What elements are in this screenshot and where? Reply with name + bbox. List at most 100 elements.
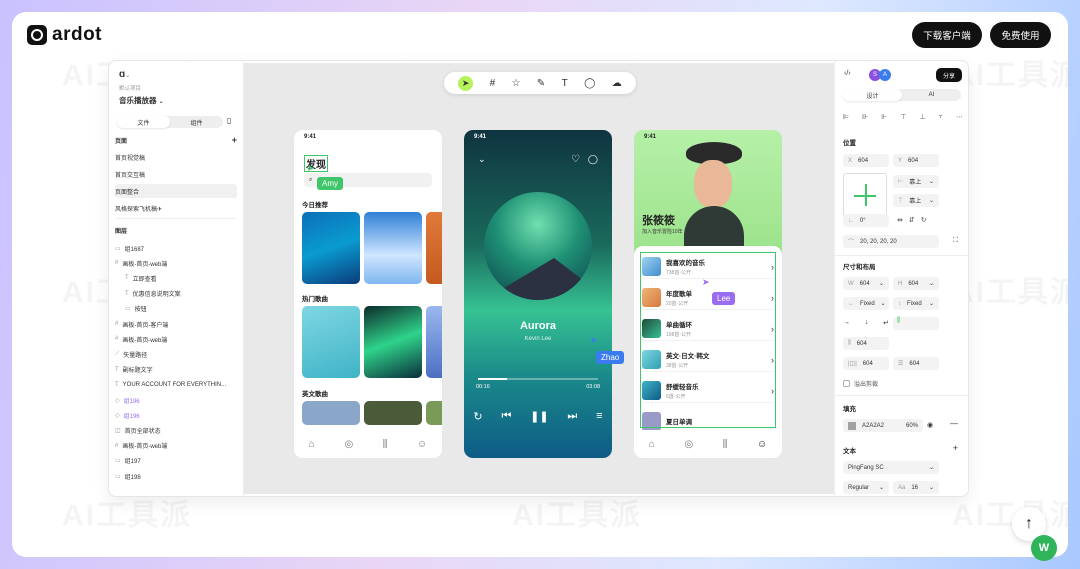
cover-sea[interactable] xyxy=(302,306,360,378)
layer-item[interactable]: # 画板-首页-web端 xyxy=(115,256,237,270)
shape-tool-icon[interactable]: ☆ xyxy=(512,78,521,89)
frame-tool-icon[interactable]: # xyxy=(490,78,496,89)
tab-ai[interactable]: AI xyxy=(902,89,961,101)
alignment-grid[interactable]: ⫼ xyxy=(893,317,939,330)
layer-item[interactable]: # 画板-首页-客户端 xyxy=(115,317,237,331)
font-size-select[interactable]: Aa 16 ⌄ xyxy=(893,481,939,494)
height-mode-select[interactable]: ↕ Fixed ⌄ xyxy=(893,297,939,310)
align-right-icon[interactable]: ⊩ xyxy=(881,113,887,121)
page-item[interactable]: 首页视觉稿 xyxy=(115,150,237,164)
cover-english-3[interactable] xyxy=(426,401,442,425)
page-item[interactable]: 首页交互稿 xyxy=(115,167,237,181)
radius-field[interactable]: ⌒ 20, 20, 20, 20 xyxy=(843,235,939,248)
free-use-button[interactable]: 免费使用 xyxy=(990,22,1051,48)
layer-item[interactable]: ▭ 组197 xyxy=(115,454,237,468)
cover-clouds[interactable] xyxy=(364,212,422,284)
layer-item[interactable]: T 优惠信息说明文案 xyxy=(115,287,237,301)
brand-logo[interactable]: ardot xyxy=(27,24,102,46)
add-text-icon[interactable]: + xyxy=(953,443,958,453)
layer-item[interactable]: ◫ 首页全部状态 xyxy=(115,423,237,437)
padding-v-field[interactable]: ☰ 604 xyxy=(893,357,939,370)
gap-field[interactable]: ⫼ 604 xyxy=(843,337,889,350)
playlist-icon[interactable]: ≡ xyxy=(596,410,602,423)
next-icon[interactable]: ⏭ xyxy=(567,410,577,423)
font-weight-select[interactable]: Regular ⌄ xyxy=(843,481,889,494)
profile-icon[interactable]: ☺ xyxy=(417,439,427,450)
progress-track[interactable] xyxy=(478,378,598,380)
fill-row[interactable]: A2A2A2 60% xyxy=(843,419,923,432)
cover-sky[interactable] xyxy=(426,306,442,378)
share-button[interactable]: 分享 xyxy=(936,68,962,82)
layer-item[interactable]: T 立即查看 xyxy=(115,271,237,285)
tab-components[interactable]: 组件 xyxy=(170,116,223,128)
eye-icon[interactable]: ◉ xyxy=(927,421,933,429)
cover-english-2[interactable] xyxy=(364,401,422,425)
comment-icon[interactable]: ◯ xyxy=(588,154,598,165)
plugin-tool-icon[interactable]: ☁ xyxy=(612,78,622,89)
menu-logo-icon[interactable]: ɑ⌄ xyxy=(119,69,130,80)
align-left-icon[interactable]: ⊫ xyxy=(843,113,849,121)
flip-icons[interactable]: ⇹⇵↻ xyxy=(897,216,933,224)
vertical-constraint-select[interactable]: ⊤ 靠上 ⌄ xyxy=(893,194,939,207)
layer-item[interactable]: ◇ 组196 xyxy=(115,408,237,422)
layout-direction[interactable]: → ↓ ↵ xyxy=(843,319,889,327)
add-page-icon[interactable]: + xyxy=(232,135,237,145)
layer-item[interactable]: # 画板-首页-web端 xyxy=(115,332,237,346)
width-mode-select[interactable]: ↔ Fixed ⌄ xyxy=(843,297,889,310)
cover-desert[interactable] xyxy=(426,212,442,284)
home-icon[interactable]: ⌂ xyxy=(309,439,315,450)
layer-item[interactable]: ▭ 组198 xyxy=(115,469,237,483)
padding-h-field[interactable]: |◫| 604 xyxy=(843,357,889,370)
equalizer-icon[interactable]: ⫼ xyxy=(383,439,388,450)
support-icon[interactable]: W xyxy=(1031,535,1057,561)
clip-checkbox[interactable]: 溢出剪裁 xyxy=(843,379,878,388)
rotation-field[interactable]: ∟ 0° xyxy=(843,214,889,227)
layer-item[interactable]: ▭ 组1687 xyxy=(115,241,237,255)
page-item-selected[interactable]: 页面整合 xyxy=(115,184,237,198)
more-icon[interactable]: ⋯ xyxy=(956,113,963,121)
tab-files[interactable]: 文件 xyxy=(117,116,170,128)
horizontal-constraint-select[interactable]: ⊢ 靠上 ⌄ xyxy=(893,175,939,188)
avatar[interactable]: A xyxy=(879,69,891,81)
cover-aurora[interactable] xyxy=(364,306,422,378)
layer-item[interactable]: ▭ 按钮 xyxy=(115,302,237,316)
equalizer-icon[interactable]: ⫼ xyxy=(723,439,728,450)
comment-tool-icon[interactable]: ◯ xyxy=(584,78,595,89)
explore-icon[interactable]: ◎ xyxy=(344,439,353,450)
book-icon[interactable]: ▯ xyxy=(227,116,231,125)
repeat-icon[interactable]: ↻ xyxy=(473,410,482,423)
fill-swatch[interactable] xyxy=(848,421,856,430)
phone-player[interactable]: 9:41 ⌄ ♡ ◯ Aurora Kevin Lee 00:16 03:08 … xyxy=(464,130,612,458)
align-top-icon[interactable]: ⊤ xyxy=(900,113,906,121)
download-client-button[interactable]: 下载客户端 xyxy=(912,22,982,48)
y-field[interactable]: Y 604 xyxy=(893,154,939,167)
constraint-box[interactable] xyxy=(843,173,887,217)
cover-english-1[interactable] xyxy=(302,401,360,425)
layer-item[interactable]: ◇ 组196 xyxy=(115,393,237,407)
text-tool-icon[interactable]: T xyxy=(562,78,568,89)
collapse-icon[interactable]: ⌄ xyxy=(478,154,486,165)
width-field[interactable]: W 604 ⌄ xyxy=(843,277,889,290)
align-center-icon[interactable]: ⊪ xyxy=(862,113,868,121)
profile-icon[interactable]: ☺ xyxy=(757,439,767,450)
design-canvas[interactable]: ➤ # ☆ ✎ T ◯ ☁ 9:41 发现 ⌕ 今日推荐 热门歌曲 英文歌曲 ⌂… xyxy=(244,63,834,494)
explore-icon[interactable]: ◎ xyxy=(684,439,693,450)
remove-fill-icon[interactable]: — xyxy=(950,419,958,428)
previous-icon[interactable]: ⏮ xyxy=(501,410,511,423)
corner-expand-icon[interactable]: ⛶ xyxy=(953,237,958,245)
phone-profile[interactable]: 9:41 张筱筱 加入音乐冒险10年 我喜欢的音乐 738首·公开 › 年度歌单 20首… xyxy=(634,130,782,458)
layer-item[interactable]: ⟋ 矢量路径 xyxy=(115,347,237,361)
heart-icon[interactable]: ♡ xyxy=(571,154,580,165)
page-item[interactable]: 风格探索飞机稿✈ xyxy=(115,201,237,215)
tab-design[interactable]: 设计 xyxy=(843,89,902,101)
align-bottom-icon[interactable]: ⫟ xyxy=(939,113,943,121)
select-tool-icon[interactable]: ➤ xyxy=(458,75,474,91)
cover-ocean[interactable] xyxy=(302,212,360,284)
align-middle-icon[interactable]: ⊥ xyxy=(920,113,926,121)
font-family-select[interactable]: PingFang SC ⌄ xyxy=(843,461,939,474)
layer-item[interactable]: T 副标题文字 xyxy=(115,363,237,377)
height-field[interactable]: H 604 ⌄ xyxy=(893,277,939,290)
layer-item[interactable]: # 画板-首页-web端 xyxy=(115,439,237,453)
pen-tool-icon[interactable]: ✎ xyxy=(537,78,545,89)
file-name[interactable]: 音乐播放器 ⌄ xyxy=(119,95,164,106)
